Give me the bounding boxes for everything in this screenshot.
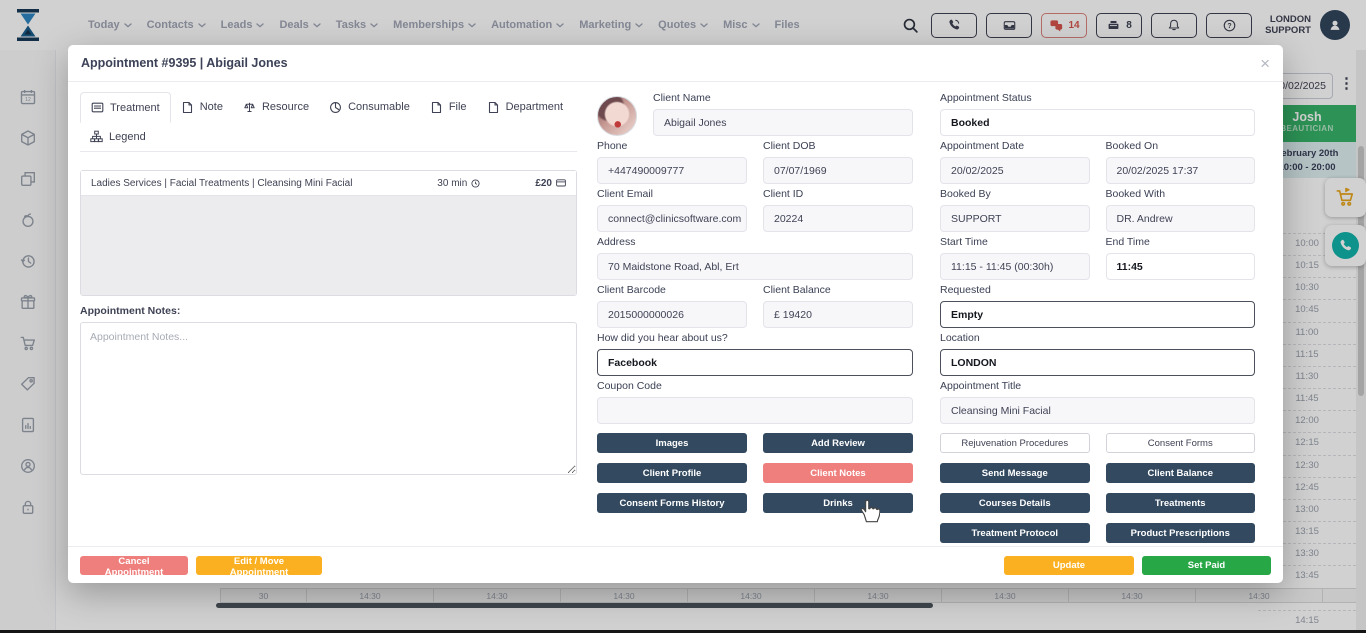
appointment-title-label: Appointment Title bbox=[940, 380, 1255, 393]
end-time-field[interactable]: 11:45 bbox=[1106, 253, 1256, 280]
client-balance-field[interactable]: £ 19420 bbox=[763, 301, 913, 328]
referral-source-label: How did you hear about us? bbox=[597, 332, 913, 345]
appointment-action-button[interactable]: Treatment Protocol bbox=[940, 523, 1090, 543]
modal-tabs: Treatment Note Resource Consumable File bbox=[80, 92, 577, 152]
appointment-date-field[interactable]: 20/02/2025 bbox=[940, 157, 1090, 184]
treatment-price: £20 bbox=[535, 178, 566, 189]
modal-title: Appointment #9395 | Abigail Jones bbox=[81, 56, 288, 70]
booked-by-label: Booked By bbox=[940, 188, 1090, 201]
tab-note[interactable]: Note bbox=[171, 92, 233, 122]
tab-consumable[interactable]: Consumable bbox=[319, 92, 420, 122]
treatment-name: Ladies Services | Facial Treatments | Cl… bbox=[91, 178, 437, 189]
client-id-field[interactable]: 20224 bbox=[763, 205, 913, 232]
location-select[interactable]: LONDON bbox=[940, 349, 1255, 376]
tab-department[interactable]: Department bbox=[477, 92, 573, 122]
appointment-title-field[interactable]: Cleansing Mini Facial bbox=[940, 397, 1255, 424]
client-barcode-field[interactable]: 2015000000026 bbox=[597, 301, 747, 328]
client-dob-label: Client DOB bbox=[763, 140, 913, 153]
department-icon bbox=[487, 101, 500, 114]
treatment-list-panel: Ladies Services | Facial Treatments | Cl… bbox=[80, 170, 577, 296]
client-email-label: Client Email bbox=[597, 188, 747, 201]
address-field[interactable]: 70 Maidstone Road, Abl, Ert bbox=[597, 253, 913, 280]
client-action-button[interactable]: Client Profile bbox=[597, 463, 747, 483]
update-button[interactable]: Update bbox=[1004, 556, 1134, 575]
appointment-action-button[interactable]: Client Balance bbox=[1106, 463, 1256, 483]
treatment-column: Treatment Note Resource Consumable File bbox=[80, 92, 577, 480]
modal-header: Appointment #9395 | Abigail Jones × bbox=[68, 45, 1283, 82]
location-label: Location bbox=[940, 332, 1255, 345]
appointment-action-button[interactable]: Courses Details bbox=[940, 493, 1090, 513]
booked-with-label: Booked With bbox=[1106, 188, 1256, 201]
appointment-notes-label: Appointment Notes: bbox=[80, 305, 577, 317]
modal-footer: Cancel Appointment Edit / Move Appointme… bbox=[68, 546, 1283, 583]
requested-select[interactable]: Empty bbox=[940, 301, 1255, 328]
treatment-panel-body bbox=[81, 196, 576, 295]
client-head-row: Client Name Abigail Jones bbox=[597, 92, 913, 136]
start-time-label: Start Time bbox=[940, 236, 1090, 249]
client-action-button[interactable]: Images bbox=[597, 433, 747, 453]
client-action-button[interactable]: Consent Forms History bbox=[597, 493, 747, 513]
file-icon bbox=[430, 101, 443, 114]
booked-by-field[interactable]: SUPPORT bbox=[940, 205, 1090, 232]
treatment-row[interactable]: Ladies Services | Facial Treatments | Cl… bbox=[81, 171, 576, 196]
referral-source-select[interactable]: Facebook bbox=[597, 349, 913, 376]
tab-treatment[interactable]: Treatment bbox=[80, 92, 171, 123]
cancel-appointment-button[interactable]: Cancel Appointment bbox=[80, 556, 188, 575]
resource-scales-icon bbox=[243, 101, 256, 114]
client-photo[interactable] bbox=[597, 96, 637, 136]
appointment-column: Appointment Status Booked Appointment Da… bbox=[940, 92, 1255, 543]
appointment-modal: Appointment #9395 | Abigail Jones × Trea… bbox=[68, 45, 1283, 583]
client-balance-label: Client Balance bbox=[763, 284, 913, 297]
address-label: Address bbox=[597, 236, 913, 249]
tab-file[interactable]: File bbox=[420, 92, 477, 122]
tab-legend[interactable]: Legend bbox=[80, 122, 156, 151]
client-action-button[interactable]: Drinks bbox=[763, 493, 913, 513]
start-time-field[interactable]: 11:15 - 11:45 (00:30h) bbox=[940, 253, 1090, 280]
close-icon[interactable]: × bbox=[1260, 55, 1270, 72]
client-name-field[interactable]: Abigail Jones bbox=[653, 109, 913, 136]
appointment-action-button[interactable]: Treatments bbox=[1106, 493, 1256, 513]
booked-on-field[interactable]: 20/02/2025 17:37 bbox=[1106, 157, 1256, 184]
set-paid-button[interactable]: Set Paid bbox=[1142, 556, 1271, 575]
phone-field[interactable]: +447490009777 bbox=[597, 157, 747, 184]
client-dob-field[interactable]: 07/07/1969 bbox=[763, 157, 913, 184]
treatment-icon bbox=[91, 101, 104, 114]
card-icon bbox=[556, 179, 566, 187]
client-barcode-label: Client Barcode bbox=[597, 284, 747, 297]
client-column: Client Name Abigail Jones Phone +4474900… bbox=[597, 92, 913, 513]
appointment-status-label: Appointment Status bbox=[940, 92, 1255, 105]
treatment-duration: 30 min bbox=[437, 178, 480, 189]
phone-label: Phone bbox=[597, 140, 747, 153]
appointment-status-field[interactable]: Booked bbox=[940, 109, 1255, 136]
client-name-label: Client Name bbox=[653, 92, 913, 105]
appointment-notes-input[interactable] bbox=[80, 322, 577, 475]
requested-label: Requested bbox=[940, 284, 1255, 297]
client-action-button[interactable]: Add Review bbox=[763, 433, 913, 453]
client-id-label: Client ID bbox=[763, 188, 913, 201]
clock-icon bbox=[471, 179, 480, 188]
note-icon bbox=[181, 101, 194, 114]
booked-on-label: Booked On bbox=[1106, 140, 1256, 153]
app-screen: Today Contacts Leads Deals bbox=[0, 0, 1366, 633]
coupon-code-field[interactable] bbox=[597, 397, 913, 424]
booked-with-field[interactable]: DR. Andrew bbox=[1106, 205, 1256, 232]
client-email-field[interactable]: connect@clinicsoftware.com bbox=[597, 205, 747, 232]
end-time-label: End Time bbox=[1106, 236, 1256, 249]
coupon-code-label: Coupon Code bbox=[597, 380, 913, 393]
consumable-icon bbox=[329, 101, 342, 114]
appointment-action-button[interactable]: Rejuvenation Procedures bbox=[940, 433, 1090, 453]
appointment-action-button[interactable]: Product Prescriptions bbox=[1106, 523, 1256, 543]
client-action-button[interactable]: Client Notes bbox=[763, 463, 913, 483]
tab-resource[interactable]: Resource bbox=[233, 92, 319, 122]
client-actions: Images Add Review Client Profile Client … bbox=[597, 433, 913, 513]
appointment-actions: Rejuvenation Procedures Consent Forms Se… bbox=[940, 433, 1255, 543]
edit-move-appointment-button[interactable]: Edit / Move Appointment bbox=[196, 556, 322, 575]
legend-sitemap-icon bbox=[90, 130, 103, 143]
appointment-action-button[interactable]: Consent Forms bbox=[1106, 433, 1256, 453]
appointment-date-label: Appointment Date bbox=[940, 140, 1090, 153]
appointment-action-button[interactable]: Send Message bbox=[940, 463, 1090, 483]
